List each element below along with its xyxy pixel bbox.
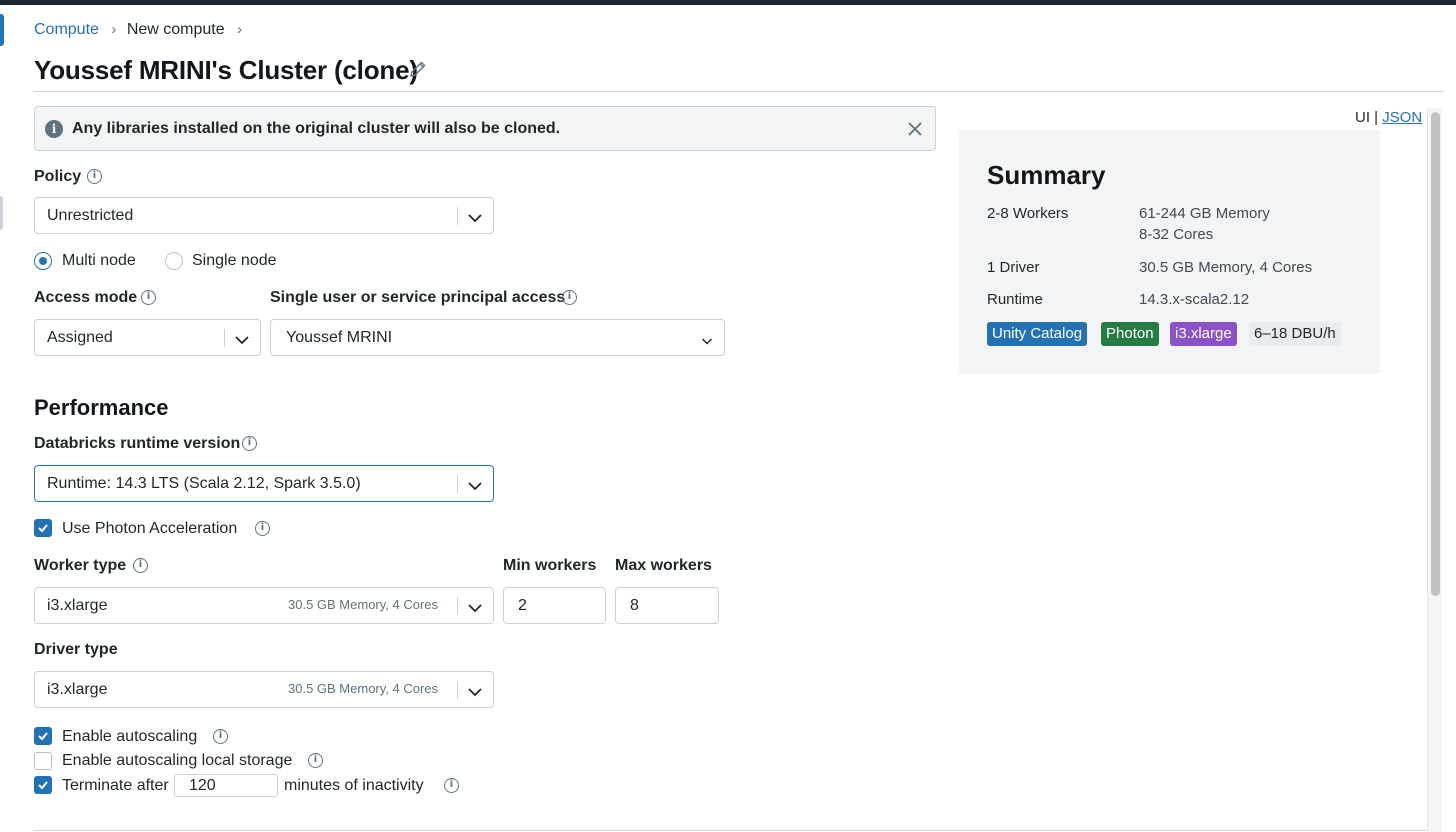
nav-indicator[interactable] [0,196,3,230]
clone-info-banner: i Any libraries installed on the origina… [34,106,936,151]
summary-driver-key: 1 Driver [987,259,1040,276]
driver-type-label: Driver type [34,641,118,658]
close-icon[interactable] [905,119,925,139]
access-mode-value: Assigned [47,329,113,346]
info-icon[interactable]: i [444,778,459,793]
summary-workers-key: 2-8 Workers [987,205,1069,222]
select-divider [457,207,458,225]
photon-checkbox[interactable] [34,519,52,537]
multi-node-radio[interactable] [34,252,52,270]
left-rail [0,5,6,832]
performance-heading: Performance [34,395,169,420]
access-mode-label: Access mode [34,289,138,306]
dbu-rate-tag: 6–18 DBU/h [1249,322,1341,346]
select-divider [457,681,458,699]
page-title: Youssef MRINI's Cluster (clone) [34,55,418,85]
chevron-down-icon[interactable] [468,210,482,223]
select-divider [457,475,458,493]
info-icon[interactable]: i [213,729,228,744]
ui-view-option[interactable]: UI [1355,109,1370,126]
json-view-link[interactable]: JSON [1382,109,1422,126]
header-divider [34,91,1444,92]
info-icon[interactable]: i [87,169,102,184]
breadcrumb-new-compute: New compute [126,21,225,38]
pencil-edit-icon[interactable] [407,58,429,80]
single-node-label: Single node [192,252,277,269]
summary-workers-memory: 61-244 GB Memory [1139,205,1270,222]
min-workers-input[interactable]: 2 [503,587,606,624]
min-workers-value: 2 [518,597,527,614]
breadcrumb-compute-link[interactable]: Compute [34,21,99,38]
summary-workers-cores: 8-32 Cores [1139,226,1214,243]
breadcrumb-separator: › [111,21,117,38]
info-icon[interactable]: i [133,558,148,573]
instance-type-tag: i3.xlarge [1170,322,1237,346]
chevron-down-icon[interactable] [468,600,482,613]
chevron-down-icon[interactable] [235,332,249,345]
scrollbar-thumb[interactable] [1431,112,1440,596]
local-storage-checkbox[interactable] [34,752,52,770]
info-icon[interactable]: i [562,290,577,305]
info-icon[interactable]: i [242,436,257,451]
driver-type-value: i3.xlarge [47,681,108,698]
policy-value: Unrestricted [47,207,134,224]
single-node-radio[interactable] [165,252,183,270]
max-workers-value: 8 [630,597,639,614]
terminate-checkbox[interactable] [34,776,52,794]
max-workers-input[interactable]: 8 [615,587,719,624]
photon-tag: Photon [1101,322,1159,346]
view-toggle-separator: | [1374,109,1379,126]
local-storage-label: Enable autoscaling local storage [62,752,293,769]
driver-type-select[interactable]: i3.xlarge 30.5 GB Memory, 4 Cores [34,671,494,708]
summary-driver-value: 30.5 GB Memory, 4 Cores [1139,259,1313,276]
worker-type-value: i3.xlarge [47,597,108,614]
top-bar [0,0,1456,5]
breadcrumb-separator: › [237,21,243,38]
chevron-down-icon[interactable] [468,478,482,491]
section-divider [34,830,1427,831]
nav-active-indicator[interactable] [0,14,4,46]
terminate-suffix: minutes of inactivity [284,777,424,794]
info-icon[interactable]: i [255,521,270,536]
summary-title: Summary [987,160,1106,190]
runtime-select[interactable]: Runtime: 14.3 LTS (Scala 2.12, Spark 3.5… [34,465,494,502]
breadcrumb: Compute › New compute › [34,20,242,40]
info-icon[interactable]: i [141,290,156,305]
driver-type-detail: 30.5 GB Memory, 4 Cores [288,681,439,696]
autoscaling-checkbox[interactable] [34,727,52,745]
single-user-value: Youssef MRINI [286,329,393,346]
runtime-value: Runtime: 14.3 LTS (Scala 2.12, Spark 3.5… [47,475,361,492]
select-divider [224,329,225,347]
view-toggle: UI | JSON [1355,108,1422,128]
policy-select[interactable]: Unrestricted [34,197,494,234]
multi-node-label: Multi node [62,252,136,269]
worker-type-detail: 30.5 GB Memory, 4 Cores [288,597,439,612]
chevron-down-icon[interactable] [701,333,715,345]
info-icon[interactable]: i [308,753,323,768]
access-mode-select[interactable]: Assigned [34,319,261,356]
terminate-minutes-value: 120 [189,777,216,794]
autoscaling-label: Enable autoscaling [62,728,198,745]
info-icon: i [45,120,63,138]
policy-label: Policy [34,168,82,185]
banner-message: Any libraries installed on the original … [72,120,561,137]
summary-runtime-key: Runtime [987,291,1043,308]
runtime-label: Databricks runtime version [34,435,241,452]
single-user-label: Single user or service principal access [270,289,566,306]
photon-label: Use Photon Acceleration [62,520,238,537]
chevron-down-icon[interactable] [468,684,482,697]
max-workers-label: Max workers [615,557,712,574]
select-divider [457,597,458,615]
min-workers-label: Min workers [503,557,597,574]
terminate-minutes-input[interactable]: 120 [174,774,278,797]
worker-type-select[interactable]: i3.xlarge 30.5 GB Memory, 4 Cores [34,587,494,624]
single-user-select[interactable]: Youssef MRINI [270,319,725,356]
worker-type-label: Worker type [34,557,127,574]
summary-runtime-value: 14.3.x-scala2.12 [1139,291,1250,308]
terminate-prefix: Terminate after [62,777,169,794]
unity-catalog-tag: Unity Catalog [987,322,1088,346]
summary-panel: Summary 2-8 Workers 61-244 GB Memory 8-3… [959,130,1380,374]
